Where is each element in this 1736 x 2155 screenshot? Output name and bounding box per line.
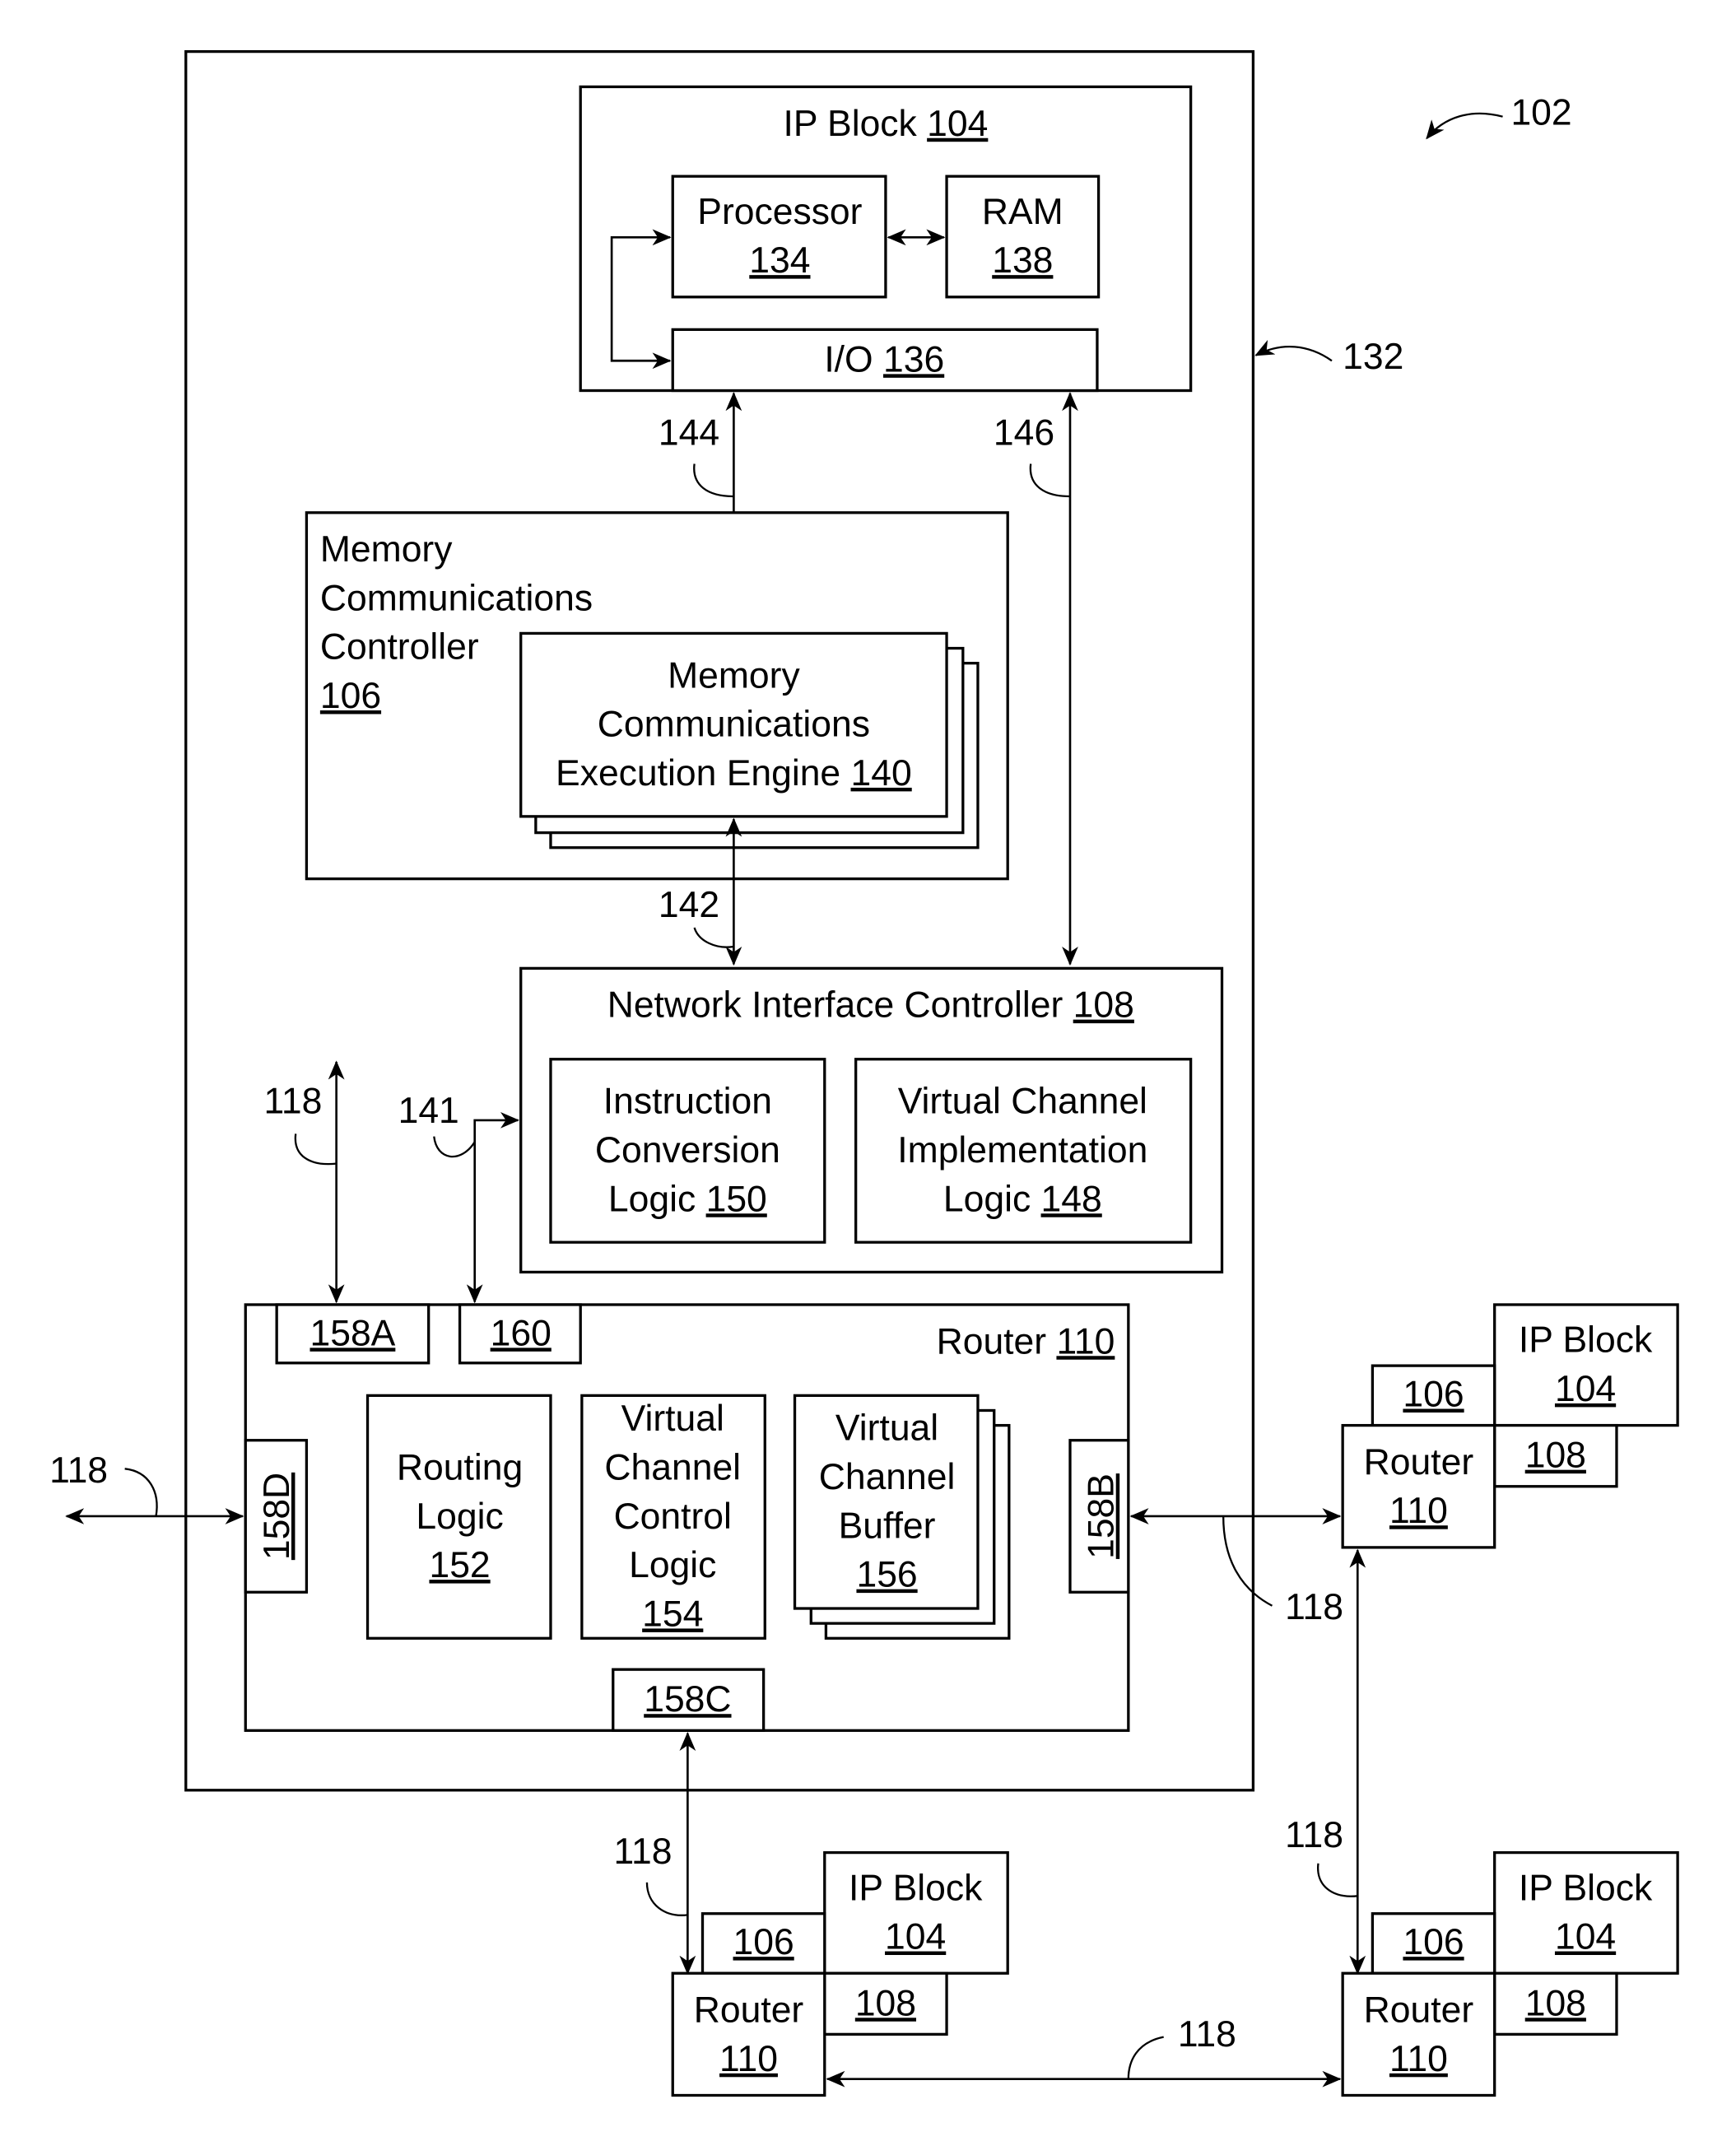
svg-text:Communications: Communications [320,578,593,618]
svg-text:Conversion: Conversion [595,1130,780,1171]
link-118-port-c-label: 118 [614,1832,673,1872]
svg-text:I/O 136: I/O 136 [824,339,944,379]
svg-text:Router: Router [1364,1990,1474,2031]
svg-text:134: 134 [749,240,810,281]
ip-block-title: IP Block 104 [783,104,988,144]
link-118-port-a-label: 118 [263,1082,322,1122]
svg-text:138: 138 [992,240,1053,281]
port-158d: 158D [244,1439,309,1594]
svg-text:Implementation: Implementation [897,1130,1147,1171]
ram-box: RAM 138 [945,175,1101,299]
svg-text:Memory: Memory [668,655,800,696]
svg-text:Logic 150: Logic 150 [608,1179,767,1219]
svg-text:IP Block: IP Block [1519,1868,1653,1908]
execution-engine-stack: Memory Communications Execution Engine 1… [519,631,980,849]
link-118-port-c-leader [645,1882,688,1916]
svg-text:158B: 158B [1082,1473,1122,1559]
svg-text:Control: Control [614,1496,732,1537]
svg-text:Router 110: Router 110 [937,1321,1115,1361]
port-158b: 158B [1068,1439,1130,1594]
link-141-label: 141 [398,1091,459,1131]
svg-text:108: 108 [855,1983,916,2023]
svg-text:Virtual: Virtual [835,1408,938,1449]
svg-text:Router: Router [694,1990,804,2031]
svg-text:106: 106 [320,676,381,716]
svg-text:Virtual Channel: Virtual Channel [898,1082,1147,1122]
svg-text:Router: Router [1364,1442,1474,1482]
chip-ref-leader [1254,339,1333,362]
link-118-bottom-label: 118 [1178,2014,1236,2055]
svg-text:152: 152 [429,1545,490,1585]
patent-diagram: 102 132 IP Block 104 Processor 134 RAM 1… [49,49,1679,2097]
port-158c: 158C [612,1668,766,1732]
svg-text:104: 104 [1555,1917,1616,1957]
svg-text:160: 160 [491,1313,552,1353]
svg-text:Logic: Logic [416,1496,503,1537]
link-118-port-d-leader [124,1468,158,1517]
svg-text:Execution Engine 140: Execution Engine 140 [556,753,912,794]
svg-text:RAM: RAM [982,192,1063,232]
link-146-label: 146 [994,412,1054,453]
svg-text:106: 106 [733,1922,794,1962]
svg-text:156: 156 [856,1555,917,1595]
svg-text:Controller: Controller [320,627,479,668]
svg-text:IP Block: IP Block [849,1868,983,1908]
svg-text:154: 154 [642,1594,703,1634]
figure-ref-leader [1426,112,1503,140]
port-158a: 158A [275,1303,431,1365]
virtual-channel-buffer-stack: Virtual Channel Buffer 156 [793,1394,1011,1640]
link-118-port-b-label: 118 [1285,1587,1343,1627]
memory-communications-controller: Memory Communications Controller 106 Mem… [305,511,1009,881]
svg-text:Logic: Logic [629,1545,716,1585]
svg-text:Logic 148: Logic 148 [943,1179,1102,1219]
svg-text:110: 110 [719,2039,778,2079]
svg-text:104: 104 [885,1917,946,1957]
ip-block: IP Block 104 Processor 134 RAM 138 I/O 1… [579,85,1193,393]
chip-ref-label: 132 [1343,337,1403,377]
link-118-right-column-leader [1317,1863,1358,1897]
svg-text:158C: 158C [644,1679,731,1720]
svg-text:Channel: Channel [604,1448,741,1488]
node-right: IP Block 104 106 108 Router 110 [1341,1303,1679,1549]
instruction-conversion-logic: Instruction Conversion Logic 150 [549,1058,826,1244]
svg-text:158D: 158D [257,1473,297,1560]
svg-text:IP Block: IP Block [1519,1320,1653,1361]
svg-text:Processor: Processor [697,192,862,232]
router: Router 110 158A 160 158D 158B 158C Routi… [244,1303,1130,1732]
svg-text:104: 104 [1555,1369,1616,1409]
svg-text:Communications: Communications [598,705,870,745]
link-118-bottom-leader [1127,2036,1164,2079]
virtual-channel-control-logic: Virtual Channel Control Logic 154 [580,1394,766,1640]
link-118-right-column-label: 118 [1285,1815,1343,1855]
svg-text:Routing: Routing [397,1448,523,1488]
figure-ref-label: 102 [1510,93,1571,133]
svg-text:Memory: Memory [320,529,453,570]
node-bottom-right: IP Block 104 106 108 Router 110 [1341,1850,1679,2097]
link-144-label: 144 [659,412,719,453]
link-142-label: 142 [659,885,719,925]
svg-text:108: 108 [1525,1436,1586,1476]
svg-text:Network Interface Controller 1: Network Interface Controller 108 [607,985,1134,1026]
port-160: 160 [458,1303,582,1365]
virtual-channel-implementation-logic: Virtual Channel Implementation Logic 148 [854,1058,1193,1244]
svg-text:Virtual: Virtual [621,1399,724,1439]
svg-text:108: 108 [1525,1983,1586,2023]
node-bottom-left: IP Block 104 106 108 Router 110 [671,1850,1009,2097]
network-interface-controller: Network Interface Controller 108 Instruc… [519,966,1224,1274]
svg-text:110: 110 [1389,2039,1448,2079]
link-118-port-d-label: 118 [49,1450,108,1491]
svg-text:106: 106 [1403,1922,1464,1962]
svg-text:106: 106 [1403,1375,1464,1415]
io-box: I/O 136 [671,328,1099,393]
svg-text:110: 110 [1389,1491,1448,1531]
svg-text:Buffer: Buffer [839,1506,936,1546]
svg-text:158A: 158A [310,1313,395,1353]
svg-text:Channel: Channel [819,1457,956,1497]
processor-box: Processor 134 [671,175,887,299]
svg-text:Instruction: Instruction [603,1082,772,1122]
routing-logic: Routing Logic 152 [365,1394,552,1640]
